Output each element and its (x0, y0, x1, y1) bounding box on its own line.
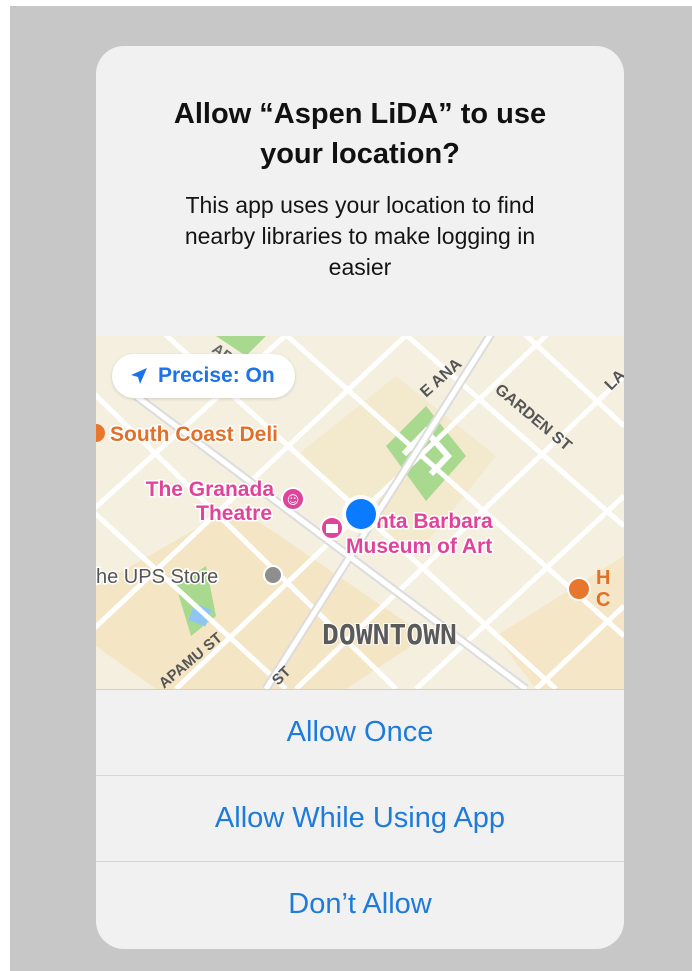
theatre-label-line-2: Theatre (196, 502, 272, 525)
museum-glyph (326, 524, 338, 533)
allow-while-using-button[interactable]: Allow While Using App (96, 775, 624, 861)
deli-label: South Coast Deli (110, 423, 278, 446)
cafe-label-line-2: C (596, 589, 610, 611)
dont-allow-button[interactable]: Don’t Allow (96, 861, 624, 947)
alert-message: This app uses your location to find near… (122, 190, 598, 283)
alert-title-line-1: Allow “Aspen LiDA” to use (173, 98, 547, 130)
location-arrow-icon (131, 368, 147, 384)
alert-message-line-3: easier (328, 254, 392, 280)
user-location-dot (346, 499, 376, 529)
precise-location-toggle[interactable]: Precise: On (112, 354, 295, 398)
alert-actions: Allow Once Allow While Using App Don’t A… (96, 689, 624, 947)
theatre-label-line-1: The Granada (146, 478, 275, 501)
museum-label-line-1: nta Barbara (376, 510, 493, 533)
poi-south-coast-deli: South Coast Deli (96, 422, 280, 448)
alert-message-line-2: nearby libraries to make logging in (184, 223, 536, 249)
district-label-downtown: DOWNTOWN (322, 618, 457, 651)
cafe-label-line-1: H (596, 567, 610, 589)
museum-label-line-2: Museum of Art (346, 535, 492, 558)
ups-icon (263, 565, 283, 585)
location-map: AP E ANA GARDEN ST LA APAMU ST ST South … (96, 336, 624, 689)
alert-title: Allow “Aspen LiDA” to use your location? (96, 94, 624, 174)
ups-label: he UPS Store (96, 566, 218, 588)
precise-label: Precise: On (158, 364, 275, 387)
allow-once-button[interactable]: Allow Once (96, 689, 624, 775)
alert-message-line-1: This app uses your location to find (185, 192, 535, 218)
theatre-mask-glyph: ☺ (287, 493, 300, 507)
location-permission-alert: Allow “Aspen LiDA” to use your location?… (96, 46, 624, 949)
cafe-icon (567, 577, 591, 601)
alert-title-line-2: your location? (260, 138, 460, 170)
